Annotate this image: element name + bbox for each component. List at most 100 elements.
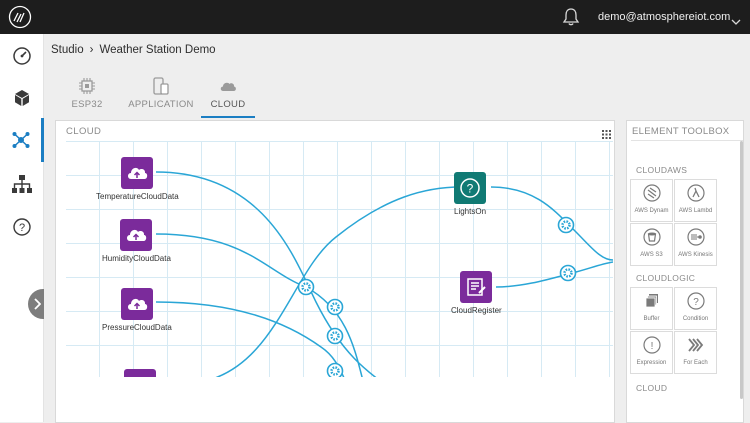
cloud-upload-icon [120, 288, 153, 320]
cloud-upload-icon [121, 157, 154, 189]
gear-icon [559, 264, 577, 282]
buffer-stack-icon [645, 294, 658, 308]
notifications-bell-icon[interactable] [561, 7, 581, 27]
register-form-icon [460, 271, 493, 303]
toolbox-grid-cloudlogic: Buffer ? Condition ! Expression For Each [630, 287, 717, 374]
sidebar-item-devices[interactable] [0, 76, 44, 120]
aws-s3-bucket-icon [643, 228, 661, 246]
breadcrumb-studio-link[interactable]: Studio [51, 44, 84, 56]
org-chart-icon [12, 175, 32, 193]
node-partial-cloud-data[interactable] [124, 369, 156, 377]
help-icon: ? [13, 218, 31, 236]
wire-register-out [495, 261, 613, 288]
toolbox-item-label: Expression [636, 360, 667, 366]
cloud-upload-icon [120, 219, 153, 251]
node-cloud-register[interactable]: CloudRegister [451, 271, 502, 315]
wire-lightson-out [490, 186, 613, 261]
element-toolbox: ELEMENT TOOLBOX CLOUDAWS AWS Dynam AWS L… [626, 120, 744, 423]
sidebar-item-dashboard[interactable] [0, 34, 44, 78]
toolbox-grid-cloudaws: AWS Dynam AWS Lambd AWS S3 AWS Kinesis [630, 179, 717, 266]
toolbox-item-aws-s3[interactable]: AWS S3 [630, 223, 673, 266]
expression-exclamation-icon: ! [643, 336, 661, 354]
gear-icon [297, 278, 315, 296]
condition-question-icon: ? [454, 172, 487, 204]
mobile-devices-icon [153, 77, 169, 95]
tab-application[interactable]: APPLICATION [123, 70, 199, 118]
canvas-grid[interactable]: TemperatureCloudData HumidityCloudData P… [66, 141, 613, 377]
top-bar: demo@atmosphereiot.com [0, 0, 750, 34]
gear-icon [326, 327, 344, 345]
toolbox-item-label: AWS Kinesis [678, 252, 713, 258]
toolbox-item-condition[interactable]: ? Condition [674, 287, 717, 330]
breadcrumb-project-title: Weather Station Demo [99, 44, 216, 56]
tab-cloud-label: CLOUD [210, 99, 246, 110]
node-label: PressureCloudData [102, 323, 172, 332]
sidebar: ? [0, 34, 46, 422]
gear-icon [326, 362, 344, 377]
sidebar-item-help[interactable]: ? [0, 205, 44, 249]
toolbox-item-label: AWS Dynam [634, 208, 669, 214]
project-tabs: ESP32 APPLICATION CLOUD [53, 70, 257, 120]
node-lights-on[interactable]: ? LightsOn [454, 172, 486, 216]
chip-icon [79, 78, 95, 94]
node-label: HumidityCloudData [102, 254, 171, 263]
network-hub-icon [12, 132, 29, 148]
toolbox-item-label: AWS Lambd [678, 208, 713, 214]
toolbox-section-cloudlogic: CLOUDLOGIC [636, 273, 696, 283]
toolbox-item-aws-kinesis[interactable]: AWS Kinesis [674, 223, 717, 266]
user-menu-chevron-down-icon[interactable] [731, 13, 741, 25]
canvas-title: CLOUD [66, 126, 102, 137]
toolbox-section-cloud: CLOUD [636, 383, 668, 393]
node-label: CloudRegister [451, 306, 502, 315]
sidebar-item-studio[interactable] [0, 118, 44, 162]
gear-icon [326, 298, 344, 316]
svg-text:!: ! [651, 341, 654, 352]
toolbox-divider [631, 140, 743, 141]
node-pressure-cloud-data[interactable]: PressureCloudData [102, 288, 172, 332]
toolbox-item-expression[interactable]: ! Expression [630, 331, 673, 374]
wire-to-lightson [215, 186, 462, 377]
atmosphere-logo[interactable] [8, 5, 32, 29]
atmosphere-logo-icon [8, 5, 32, 29]
toolbox-section-cloudaws: CLOUDAWS [636, 165, 688, 175]
for-each-chevrons-icon [688, 338, 704, 352]
toolbox-item-label: For Each [683, 360, 708, 366]
wire-temperature [155, 171, 377, 377]
user-email[interactable]: demo@atmosphereiot.com [598, 11, 730, 23]
node-temperature-cloud-data[interactable]: TemperatureCloudData [96, 157, 179, 201]
aws-lambda-icon [687, 184, 705, 202]
tab-cloud[interactable]: CLOUD [201, 70, 255, 118]
main-area: Studio › Weather Station Demo ESP32 APPL… [44, 34, 750, 423]
tab-application-label: APPLICATION [128, 99, 194, 110]
cloud-upload-icon [124, 369, 156, 377]
connector-gears [297, 216, 577, 377]
gear-icon [557, 216, 575, 234]
toolbox-item-label: AWS S3 [640, 252, 663, 258]
toolbox-item-aws-lambda[interactable]: AWS Lambd [674, 179, 717, 222]
tab-esp32-label: ESP32 [71, 99, 103, 110]
node-humidity-cloud-data[interactable]: HumidityCloudData [102, 219, 171, 263]
tab-esp32[interactable]: ESP32 [53, 70, 121, 118]
cloud-canvas-panel: CLOUD TemperatureCloudData HumidityCloud… [55, 120, 615, 423]
cloud-icon [220, 82, 236, 91]
toolbox-item-buffer[interactable]: Buffer [630, 287, 673, 330]
toolbox-scrollbar[interactable] [740, 141, 743, 399]
wire-pressure [155, 301, 345, 377]
dashboard-gauge-icon [13, 47, 31, 65]
breadcrumb-separator: › [89, 44, 94, 56]
aws-dynamo-icon [643, 184, 661, 202]
toolbox-item-aws-dynamo[interactable]: AWS Dynam [630, 179, 673, 222]
condition-question-icon: ? [687, 292, 705, 310]
cube-icon [15, 90, 29, 106]
toolbox-item-label: Buffer [643, 316, 660, 322]
aws-kinesis-icon [687, 228, 705, 246]
svg-text:?: ? [693, 297, 699, 308]
node-label: TemperatureCloudData [96, 192, 179, 201]
toolbox-item-for-each[interactable]: For Each [674, 331, 717, 374]
svg-text:?: ? [19, 222, 25, 234]
chevron-right-icon [34, 298, 41, 310]
toolbox-title: ELEMENT TOOLBOX [632, 126, 730, 137]
svg-text:?: ? [467, 182, 474, 196]
breadcrumb: Studio › Weather Station Demo [51, 44, 216, 56]
sidebar-item-organization[interactable] [0, 162, 44, 206]
